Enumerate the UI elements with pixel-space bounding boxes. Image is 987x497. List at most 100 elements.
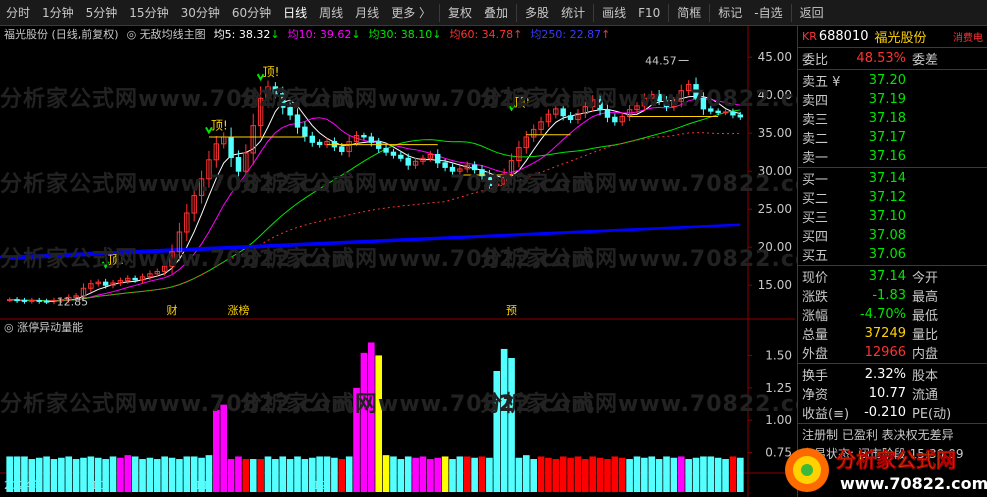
- volume-bar: [308, 457, 316, 492]
- candle-body: [435, 153, 441, 164]
- period-tab[interactable]: 月线: [349, 0, 385, 26]
- bid-row: 买二 37.12: [798, 188, 987, 207]
- volume-bar: [139, 459, 146, 492]
- volume-bar: [146, 457, 154, 492]
- period-tab[interactable]: 分时: [0, 0, 36, 26]
- period-tab[interactable]: 15分钟: [123, 0, 174, 26]
- sub-indicator-selector[interactable]: ◎ 涨停异动量能: [4, 319, 83, 335]
- quote-panel: KR 688010 福光股份 消费电 委比 48.53% 委差 卖五 ¥ 37.2…: [797, 26, 987, 497]
- volume-bar: [65, 456, 73, 492]
- volume-bar: [168, 457, 176, 492]
- watchlist-button[interactable]: -自选: [748, 0, 788, 26]
- volume-bar: [294, 456, 301, 492]
- back-button[interactable]: 返回: [794, 0, 830, 26]
- candle-body: [294, 114, 301, 128]
- stat-value: 2.32%: [864, 367, 906, 382]
- more-periods-button[interactable]: 更多 〉: [385, 0, 437, 26]
- volume-bar: [589, 456, 597, 492]
- volume-bar: [102, 459, 109, 492]
- stat-row: 换手 2.32% 股本: [798, 365, 987, 384]
- period-tab[interactable]: 日线: [277, 0, 313, 26]
- volume-bar: [375, 355, 383, 492]
- ask-list: 卖五 ¥ 37.20 卖四 37.19 卖三 37.18 卖二 37.17 卖一 37.16: [798, 71, 987, 166]
- period-tab[interactable]: 60分钟: [226, 0, 277, 26]
- chart-area[interactable]: 15.00 20.00 25.00 30.00 35.00 40.00 45.00 44.57…: [0, 26, 834, 497]
- volume-bar: [582, 459, 589, 492]
- stat-value: -0.210: [864, 405, 906, 420]
- ma30-readout: 均30: 38.10↓: [368, 28, 442, 41]
- ma10-label: 均10:: [287, 28, 317, 41]
- tool-button[interactable]: 多股: [519, 0, 555, 26]
- volume-bar: [21, 456, 28, 492]
- volume-bar: [655, 459, 663, 492]
- tool-button[interactable]: 标记: [712, 0, 748, 26]
- bid-price: 37.12: [868, 190, 906, 205]
- ask-label: 卖二: [802, 132, 829, 147]
- tool-button[interactable]: 叠加: [478, 0, 514, 26]
- volume-bar: [382, 455, 390, 492]
- bid-price: 37.14: [868, 171, 906, 186]
- tool-button[interactable]: F10: [632, 0, 666, 26]
- candle-body: [361, 134, 367, 138]
- tool-button[interactable]: 统计: [555, 0, 591, 26]
- ma250-label: 均250:: [530, 28, 567, 41]
- toolbar: 分时 1分钟 5分钟 15分钟 30分钟 60分钟 日线 周线 月线 更多 〉 复权 叠加 多股 统计…: [0, 0, 987, 26]
- divider: [798, 47, 987, 48]
- bid-row: 买一 37.14: [798, 169, 987, 188]
- period-tab[interactable]: 周线: [313, 0, 349, 26]
- volume-bar: [736, 457, 744, 492]
- y-tick-label: 25.00: [758, 202, 792, 216]
- sector-badge[interactable]: 消费电: [953, 29, 983, 44]
- volume-bar: [567, 457, 574, 492]
- candle-body: [390, 151, 397, 156]
- candle-body: [6, 299, 13, 302]
- top-signal-marker: 顶!: [263, 65, 280, 79]
- volume-bar: [412, 457, 419, 492]
- volume-bar: [176, 459, 183, 492]
- ma5-value: 38.32: [238, 28, 271, 41]
- ma250-readout: 均250: 22.87↑: [530, 28, 611, 41]
- toolbar-divider: [593, 3, 595, 22]
- volume-bar: [404, 456, 412, 492]
- volume-bar: [626, 459, 633, 492]
- volume-bar: [537, 456, 545, 492]
- indicator-selector[interactable]: ◎ 无敌均线主图: [127, 26, 206, 42]
- period-tab[interactable]: 5分钟: [80, 0, 124, 26]
- volume-bar: [419, 456, 427, 492]
- period-tab[interactable]: 30分钟: [175, 0, 226, 26]
- main-chart-header: 福光股份 (日线,前复权) ◎ 无敌均线主图 均5: 38.32↓ 均10: 3…: [0, 26, 795, 42]
- watermark-text: 分析家公式网www.70822.com: [480, 247, 835, 272]
- market-prefix: KR: [802, 29, 817, 43]
- volume-bar: [397, 459, 405, 492]
- stat-label-2: 股本: [912, 369, 939, 384]
- ask-row: 卖一 37.16: [798, 147, 987, 166]
- bid-price: 37.08: [868, 228, 906, 243]
- volume-bar: [249, 459, 257, 492]
- bid-label: 买五: [802, 249, 829, 264]
- tool-button[interactable]: 复权: [442, 0, 478, 26]
- brand-logo: 分析家公式网 www.70822.com: [785, 448, 987, 493]
- volume-bar: [360, 352, 368, 492]
- tool-buttons: 复权 叠加 多股 统计 画线 F10 简框 标记: [442, 0, 748, 26]
- bid-row: 买四 37.08: [798, 226, 987, 245]
- volume-bar: [50, 459, 58, 492]
- tool-button[interactable]: 简框: [671, 0, 707, 26]
- volume-bar: [6, 456, 14, 492]
- candle-body: [302, 126, 308, 137]
- bid-list: 买一 37.14 买二 37.12 买三 37.10 买四 37.08 买五 37.06: [798, 169, 987, 264]
- candle-body: [368, 136, 375, 143]
- period-tab[interactable]: 1分钟: [36, 0, 80, 26]
- volume-bar: [486, 457, 493, 492]
- candle-body: [398, 154, 404, 159]
- volume-bar: [331, 457, 338, 492]
- volume-bar: [345, 456, 353, 492]
- candle-body: [102, 281, 109, 286]
- bid-price: 37.10: [868, 209, 906, 224]
- ma250-value: 22.87: [569, 28, 602, 41]
- tool-button[interactable]: 画线: [596, 0, 632, 26]
- ask-price: 37.17: [868, 130, 906, 145]
- stat-value: 12966: [864, 345, 906, 360]
- stat-label-2: PE(动): [912, 407, 952, 422]
- stat-row: 现价 37.14 今开: [798, 267, 987, 286]
- volume-bar: [316, 456, 323, 492]
